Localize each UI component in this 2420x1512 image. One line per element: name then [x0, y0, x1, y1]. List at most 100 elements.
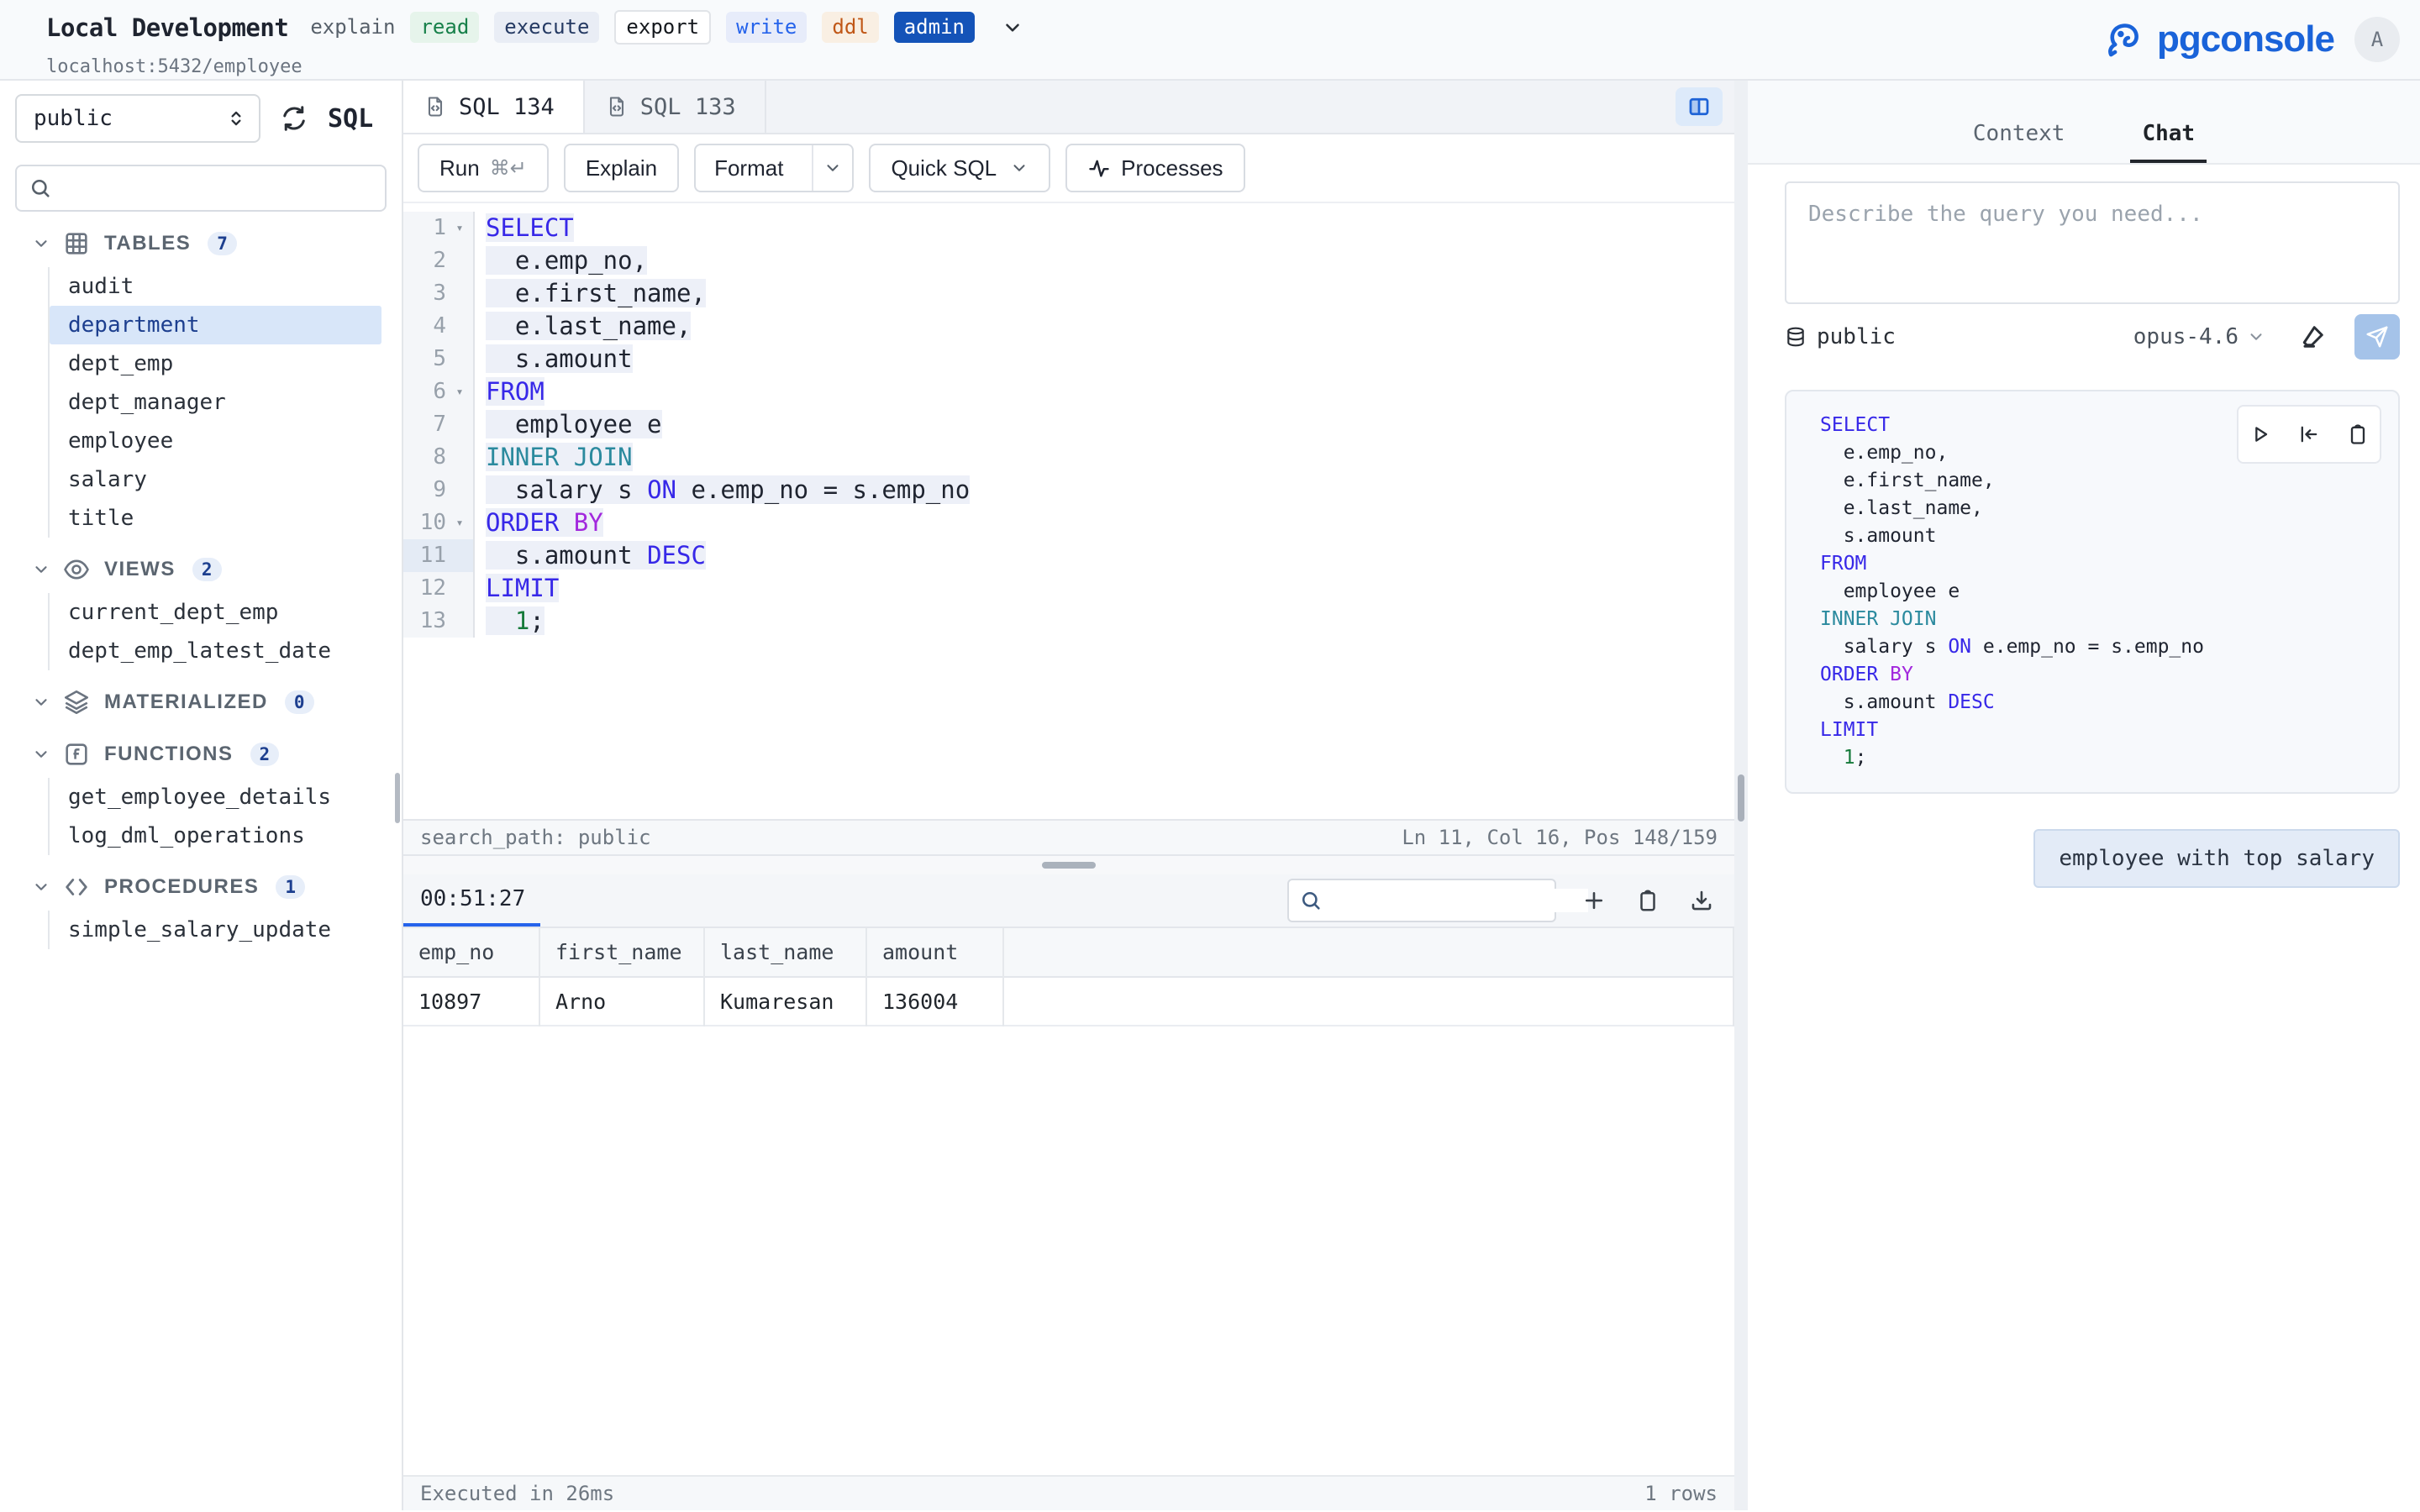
section-materialized[interactable]: MATERIALIZED0 — [0, 682, 402, 722]
sidebar-item-dept_emp[interactable]: dept_emp — [50, 344, 381, 383]
snippet-code-line: ORDER BY — [1820, 661, 2381, 689]
add-result-tab-icon[interactable] — [1581, 888, 1607, 913]
schema-select[interactable]: public — [15, 94, 260, 143]
editor-line-2[interactable]: 2 e.emp_no, — [403, 244, 1734, 277]
copy-results-icon[interactable] — [1635, 888, 1660, 913]
result-tab-timer[interactable]: 00:51:27 — [403, 874, 540, 927]
insert-snippet-icon[interactable] — [2297, 423, 2321, 446]
sidebar-item-employee[interactable]: employee — [50, 422, 381, 460]
selected-text: e.last_name, — [486, 312, 691, 340]
editor-tab-sql-134[interactable]: SQL 134 — [403, 81, 585, 133]
badge-read: read — [410, 12, 479, 43]
section-count-badge: 2 — [250, 743, 280, 766]
file-code-icon — [424, 95, 447, 118]
assistant-panel: Context Chat public opus-4.6 — [1748, 81, 2420, 1510]
editor-line-6[interactable]: 6▾FROM — [403, 375, 1734, 408]
line-gutter: 9 — [403, 474, 475, 507]
split-editor-button[interactable] — [1676, 87, 1723, 126]
processes-button[interactable]: Processes — [1065, 144, 1244, 192]
refresh-icon[interactable] — [279, 103, 309, 134]
sidebar-item-title[interactable]: title — [50, 499, 381, 538]
editor-line-8[interactable]: 8INNER JOIN — [403, 441, 1734, 474]
sidebar-search[interactable] — [15, 165, 387, 212]
send-button[interactable] — [2354, 314, 2400, 360]
editor-line-9[interactable]: 9 salary s ON e.emp_no = s.emp_no — [403, 474, 1734, 507]
model-select[interactable]: opus-4.6 — [2133, 324, 2265, 349]
editor-line-4[interactable]: 4 e.last_name, — [403, 310, 1734, 343]
avatar[interactable]: A — [2354, 17, 2400, 62]
editor-line-5[interactable]: 5 s.amount — [403, 343, 1734, 375]
chevron-down-icon — [2247, 328, 2265, 346]
sidebar-item-salary[interactable]: salary — [50, 460, 381, 499]
fold-arrow-icon[interactable]: ▾ — [446, 375, 473, 408]
chat-prompt-input[interactable] — [1785, 181, 2400, 304]
tab-context[interactable]: Context — [1961, 121, 2077, 163]
editor-line-13[interactable]: 13 1; — [403, 605, 1734, 638]
format-dropdown[interactable] — [812, 145, 852, 191]
snippet-code-line: e.last_name, — [1820, 495, 2381, 522]
elephant-logo-icon — [2100, 15, 2149, 64]
sidebar-item-dept_manager[interactable]: dept_manager — [50, 383, 381, 422]
clear-chat-icon[interactable] — [2297, 322, 2328, 352]
table-cell[interactable]: 136004 — [866, 977, 1003, 1026]
results-search-input[interactable] — [1331, 889, 1588, 912]
editor-line-7[interactable]: 7 employee e — [403, 408, 1734, 441]
table-cell[interactable]: 10897 — [403, 977, 539, 1026]
results-table[interactable]: emp_nofirst_namelast_nameamount 10897Arn… — [403, 928, 1734, 1026]
code-line: FROM — [475, 375, 544, 408]
schema-context[interactable]: public — [1785, 324, 1896, 349]
sidebar-item-current_dept_emp[interactable]: current_dept_emp — [50, 593, 381, 632]
editor-line-12[interactable]: 12LIMIT — [403, 572, 1734, 605]
section-tables[interactable]: TABLES7 — [0, 223, 402, 264]
download-results-icon[interactable] — [1689, 888, 1714, 913]
sidebar-item-simple_salary_update[interactable]: simple_salary_update — [50, 911, 381, 949]
column-header-first_name[interactable]: first_name — [539, 928, 704, 977]
section-views[interactable]: VIEWS2 — [0, 549, 402, 590]
section-procedures[interactable]: PROCEDURES1 — [0, 867, 402, 907]
selected-text: s.amount — [486, 344, 633, 373]
editor-tab-sql-133[interactable]: SQL 133 — [585, 81, 766, 133]
selected-text: s.amount DESC — [486, 541, 706, 570]
fold-arrow-icon[interactable]: ▾ — [446, 507, 473, 539]
sidebar-scrollbar[interactable] — [395, 773, 400, 823]
run-snippet-icon[interactable] — [2249, 423, 2272, 446]
sidebar-search-input[interactable] — [62, 176, 373, 200]
format-button[interactable]: Format — [694, 144, 854, 192]
assistant-tabs: Context Chat — [1748, 81, 2420, 165]
section-functions[interactable]: FUNCTIONS2 — [0, 734, 402, 774]
editor-line-10[interactable]: 10▾ORDER BY — [403, 507, 1734, 539]
run-button[interactable]: Run ⌘↵ — [418, 144, 549, 192]
fold-arrow-icon[interactable]: ▾ — [446, 212, 473, 244]
copy-snippet-icon[interactable] — [2346, 423, 2370, 446]
code-line: s.amount — [475, 343, 633, 375]
topbar: Local Development explainreadexecuteexpo… — [0, 0, 2420, 81]
resize-handle[interactable] — [1042, 862, 1096, 869]
editor-line-1[interactable]: 1▾SELECT — [403, 212, 1734, 244]
tab-chat[interactable]: Chat — [2130, 121, 2207, 163]
fold-spacer — [446, 441, 473, 474]
column-header-emp_no[interactable]: emp_no — [403, 928, 539, 977]
sidebar-item-department[interactable]: department — [50, 306, 381, 344]
results-search[interactable] — [1287, 879, 1556, 922]
sql-mode-label[interactable]: SQL — [328, 104, 373, 134]
table-cell[interactable]: Arno — [539, 977, 704, 1026]
quick-sql-button[interactable]: Quick SQL — [869, 144, 1050, 192]
chevron-down-icon[interactable] — [1002, 17, 1023, 39]
explain-button[interactable]: Explain — [564, 144, 679, 192]
badge-export: export — [614, 10, 711, 45]
editor-line-11[interactable]: 11 s.amount DESC — [403, 539, 1734, 572]
panel-divider[interactable] — [1734, 81, 1748, 1510]
editor-scrollbar[interactable] — [1738, 774, 1744, 822]
column-header-last_name[interactable]: last_name — [704, 928, 866, 977]
sidebar-item-audit[interactable]: audit — [50, 267, 381, 306]
sidebar-item-dept_emp_latest_date[interactable]: dept_emp_latest_date — [50, 632, 381, 670]
sidebar-item-log_dml_operations[interactable]: log_dml_operations — [50, 816, 381, 855]
table-cell[interactable]: Kumaresan — [704, 977, 866, 1026]
user-message-bubble: employee with top salary — [2033, 829, 2400, 888]
column-header-amount[interactable]: amount — [866, 928, 1003, 977]
table-row[interactable]: 10897ArnoKumaresan136004 — [403, 977, 1733, 1026]
sidebar-item-get_employee_details[interactable]: get_employee_details — [50, 778, 381, 816]
sql-editor[interactable]: 1▾SELECT2 e.emp_no,3 e.first_name,4 e.la… — [403, 203, 1734, 819]
results-toolbar: 00:51:27 — [403, 874, 1734, 928]
editor-line-3[interactable]: 3 e.first_name, — [403, 277, 1734, 310]
